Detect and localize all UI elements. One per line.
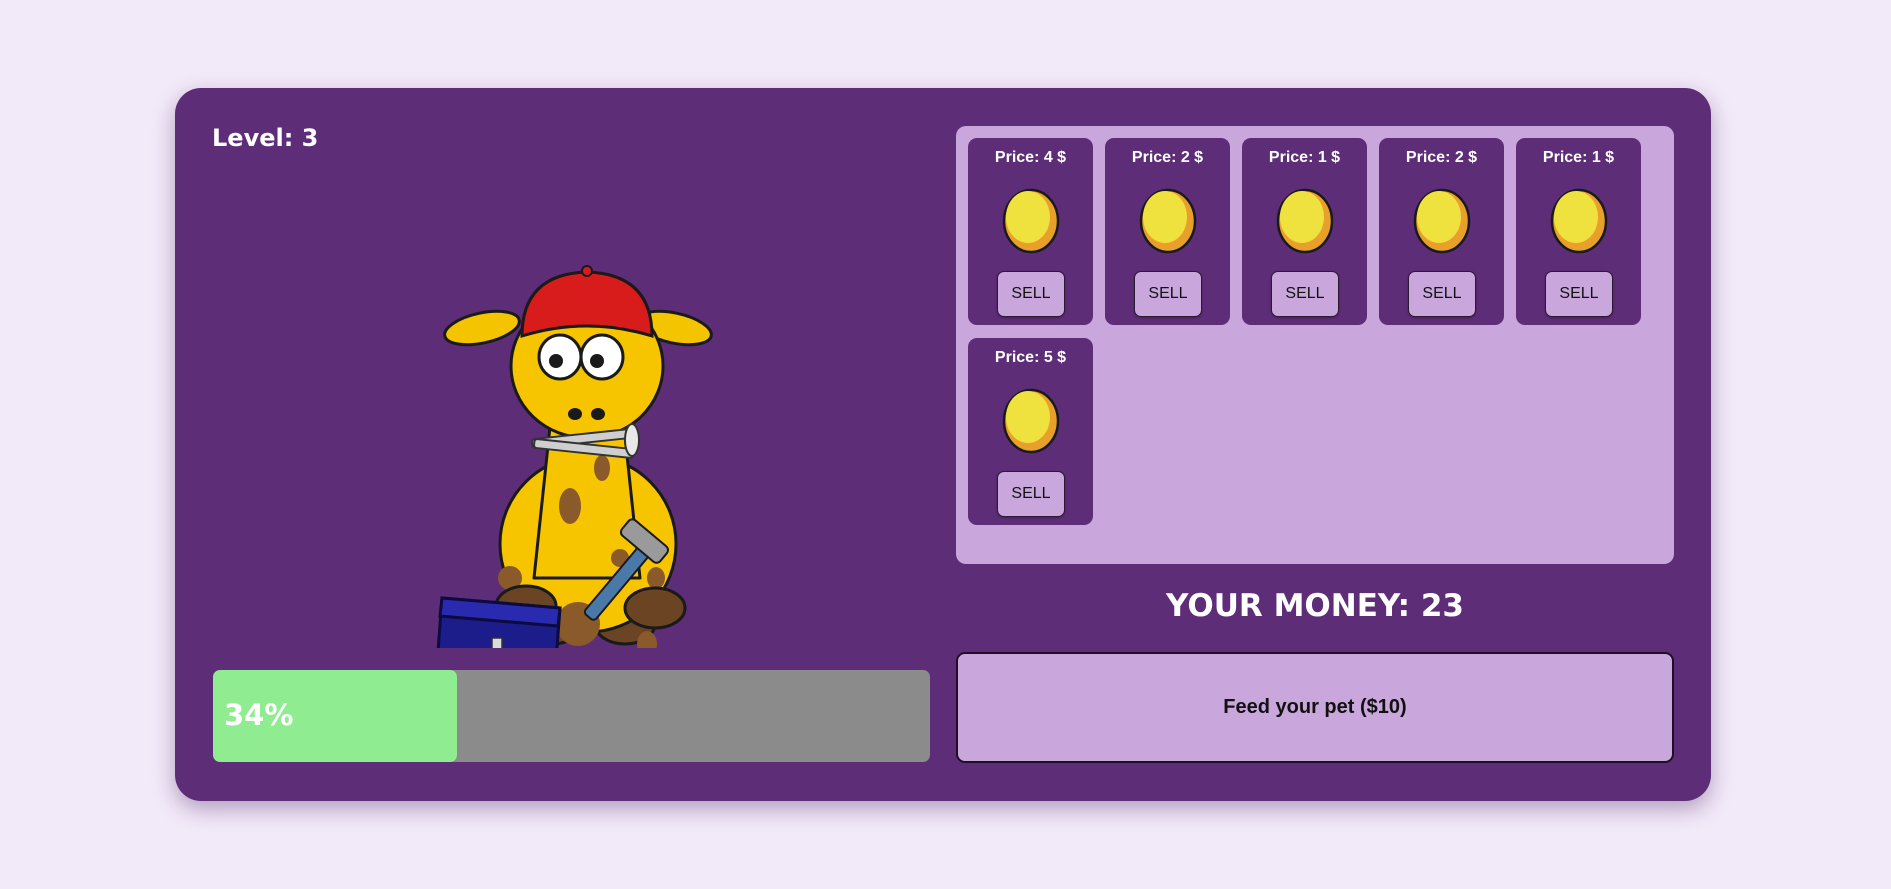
sell-button[interactable]: SELL [1134, 271, 1202, 317]
egg-price: Price: 4 $ [994, 149, 1067, 166]
egg-price: Price: 2 $ [1131, 149, 1204, 166]
egg-icon [1413, 188, 1471, 254]
egg-price: Price: 1 $ [1268, 149, 1341, 166]
sell-button[interactable]: SELL [1271, 271, 1339, 317]
egg-card: Price: 2 $ SELL [1105, 138, 1230, 325]
progress-bar: 34% [213, 670, 930, 762]
egg-card: Price: 2 $ SELL [1379, 138, 1504, 325]
progress-label: 34% [224, 698, 294, 732]
egg-icon [1276, 188, 1334, 254]
egg-price: Price: 2 $ [1405, 149, 1478, 166]
game-card: Level: 3 XP: 215 [175, 88, 1711, 801]
sell-button[interactable]: SELL [1545, 271, 1613, 317]
egg-card: Price: 4 $ SELL [968, 138, 1093, 325]
egg-grid: Price: 4 $ SELL Price: 2 $ SELL Price: 1… [968, 138, 1641, 525]
egg-card: Price: 1 $ SELL [1516, 138, 1641, 325]
egg-card: Price: 5 $ SELL [968, 338, 1093, 525]
feed-pet-button[interactable]: Feed your pet ($10) [956, 652, 1674, 763]
giraffe-pet-icon[interactable] [430, 178, 730, 648]
level-label: Level: 3 [212, 124, 319, 152]
egg-icon [1139, 188, 1197, 254]
money-display: YOUR MONEY: 23 [1166, 588, 1464, 624]
sell-button[interactable]: SELL [1408, 271, 1476, 317]
sell-button[interactable]: SELL [997, 271, 1065, 317]
egg-card: Price: 1 $ SELL [1242, 138, 1367, 325]
egg-icon [1002, 388, 1060, 454]
sell-button[interactable]: SELL [997, 471, 1065, 517]
egg-icon [1002, 188, 1060, 254]
egg-shop-panel: Price: 4 $ SELL Price: 2 $ SELL Price: 1… [956, 126, 1674, 564]
egg-price: Price: 1 $ [1542, 149, 1615, 166]
egg-icon [1550, 188, 1608, 254]
egg-price: Price: 5 $ [994, 349, 1067, 366]
